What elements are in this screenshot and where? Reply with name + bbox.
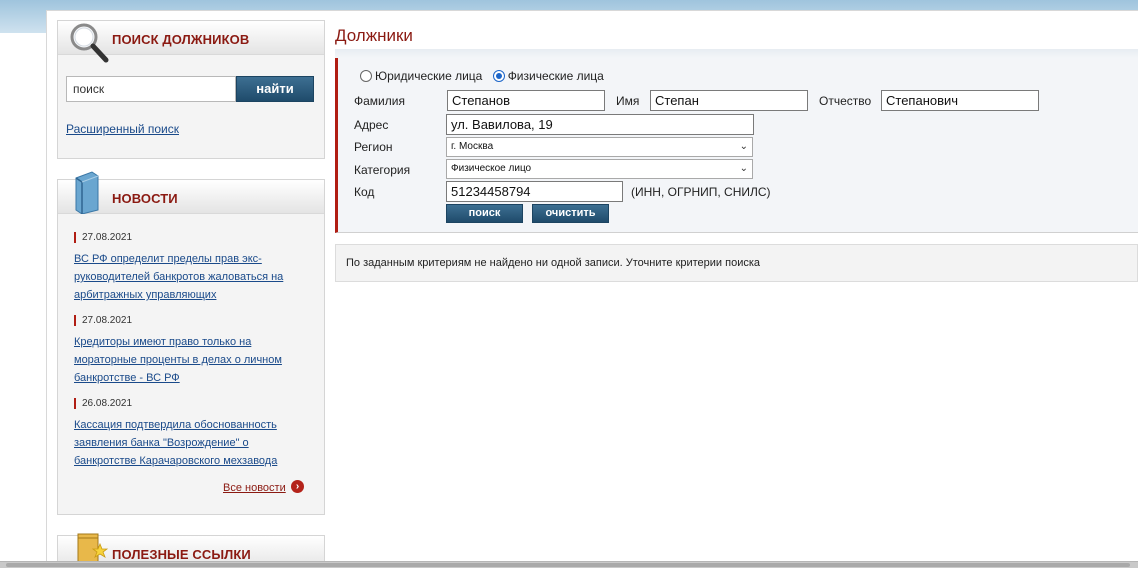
magnifier-icon: [70, 23, 109, 63]
news-header: Новости: [58, 171, 324, 214]
radio-individuals-label[interactable]: Физические лица: [508, 69, 604, 83]
debtor-type-radio-group: Юридические лица Физические лица: [360, 69, 604, 83]
region-select[interactable]: г. Москва ⌄: [446, 137, 753, 157]
category-select[interactable]: Физическое лицо ⌄: [446, 159, 753, 179]
news-item: 26.08.2021 Кассация подтвердила обоснова…: [74, 398, 314, 470]
debtor-search-title: Поиск должников: [112, 32, 250, 47]
search-result-panel: По заданным критериям не найдено ни одно…: [335, 244, 1138, 282]
region-label: Регион: [354, 140, 393, 154]
useful-links-title: Полезные ссылки: [112, 547, 251, 562]
news-box: Новости 27.08.2021 ВС РФ определит преде…: [57, 171, 325, 515]
debtor-search-header: Поиск должников: [58, 21, 324, 63]
surname-label: Фамилия: [354, 94, 405, 108]
news-item: 27.08.2021 ВС РФ определит пределы прав …: [74, 232, 314, 304]
region-select-value: г. Москва: [451, 141, 494, 152]
clear-button[interactable]: очистить: [532, 204, 609, 223]
no-results-message: По заданным критериям не найдено ни одно…: [346, 257, 761, 269]
code-label: Код: [354, 185, 375, 199]
category-label: Категория: [354, 163, 411, 177]
news-date: 27.08.2021: [74, 232, 314, 243]
address-label: Адрес: [354, 118, 389, 132]
all-news-link[interactable]: Все новости: [223, 482, 286, 494]
news-link[interactable]: Кассация подтвердила обоснованность заяв…: [74, 416, 314, 470]
scrollbar-thumb[interactable]: [6, 563, 1130, 567]
patronymic-field[interactable]: Степанович: [881, 90, 1039, 111]
news-item: 27.08.2021 Кредиторы имеют право только …: [74, 315, 314, 387]
code-field[interactable]: 51234458794: [446, 181, 623, 202]
book-icon: [75, 171, 99, 214]
advanced-search-link[interactable]: Расширенный поиск: [66, 122, 179, 136]
page-title: Должники: [335, 26, 413, 45]
news-date: 26.08.2021: [74, 398, 314, 409]
chevron-down-icon: ⌄: [739, 141, 748, 152]
name-label: Имя: [616, 94, 640, 108]
news-date: 27.08.2021: [74, 315, 314, 326]
news-title: Новости: [112, 191, 178, 206]
radio-individuals[interactable]: [492, 70, 505, 82]
category-select-value: Физическое лицо: [451, 163, 532, 174]
find-button[interactable]: найти: [236, 76, 314, 102]
radio-legal-entities-label[interactable]: Юридические лица: [375, 69, 482, 83]
surname-field[interactable]: Степанов: [447, 90, 605, 111]
quick-search-form: найти: [66, 76, 314, 102]
code-hint: (ИНН, ОГРНИП, СНИЛС): [631, 185, 771, 199]
search-button[interactable]: поиск: [446, 204, 523, 223]
debtor-search-box: Поиск должников найти Расширенный поиск: [57, 20, 325, 159]
address-field[interactable]: ул. Вавилова, 19: [446, 114, 754, 135]
news-link[interactable]: ВС РФ определит пределы прав экс-руковод…: [74, 250, 314, 304]
arrow-right-icon[interactable]: ›: [291, 480, 304, 493]
news-link[interactable]: Кредиторы имеют право только на мораторн…: [74, 333, 314, 387]
radio-legal-entities[interactable]: [360, 70, 372, 82]
patronymic-label: Отчество: [819, 94, 872, 108]
form-top-strip: [335, 49, 1138, 58]
quick-search-input[interactable]: [66, 76, 236, 102]
chevron-down-icon: ⌄: [739, 163, 748, 174]
name-field[interactable]: Степан: [650, 90, 808, 111]
horizontal-scrollbar[interactable]: [0, 561, 1138, 568]
